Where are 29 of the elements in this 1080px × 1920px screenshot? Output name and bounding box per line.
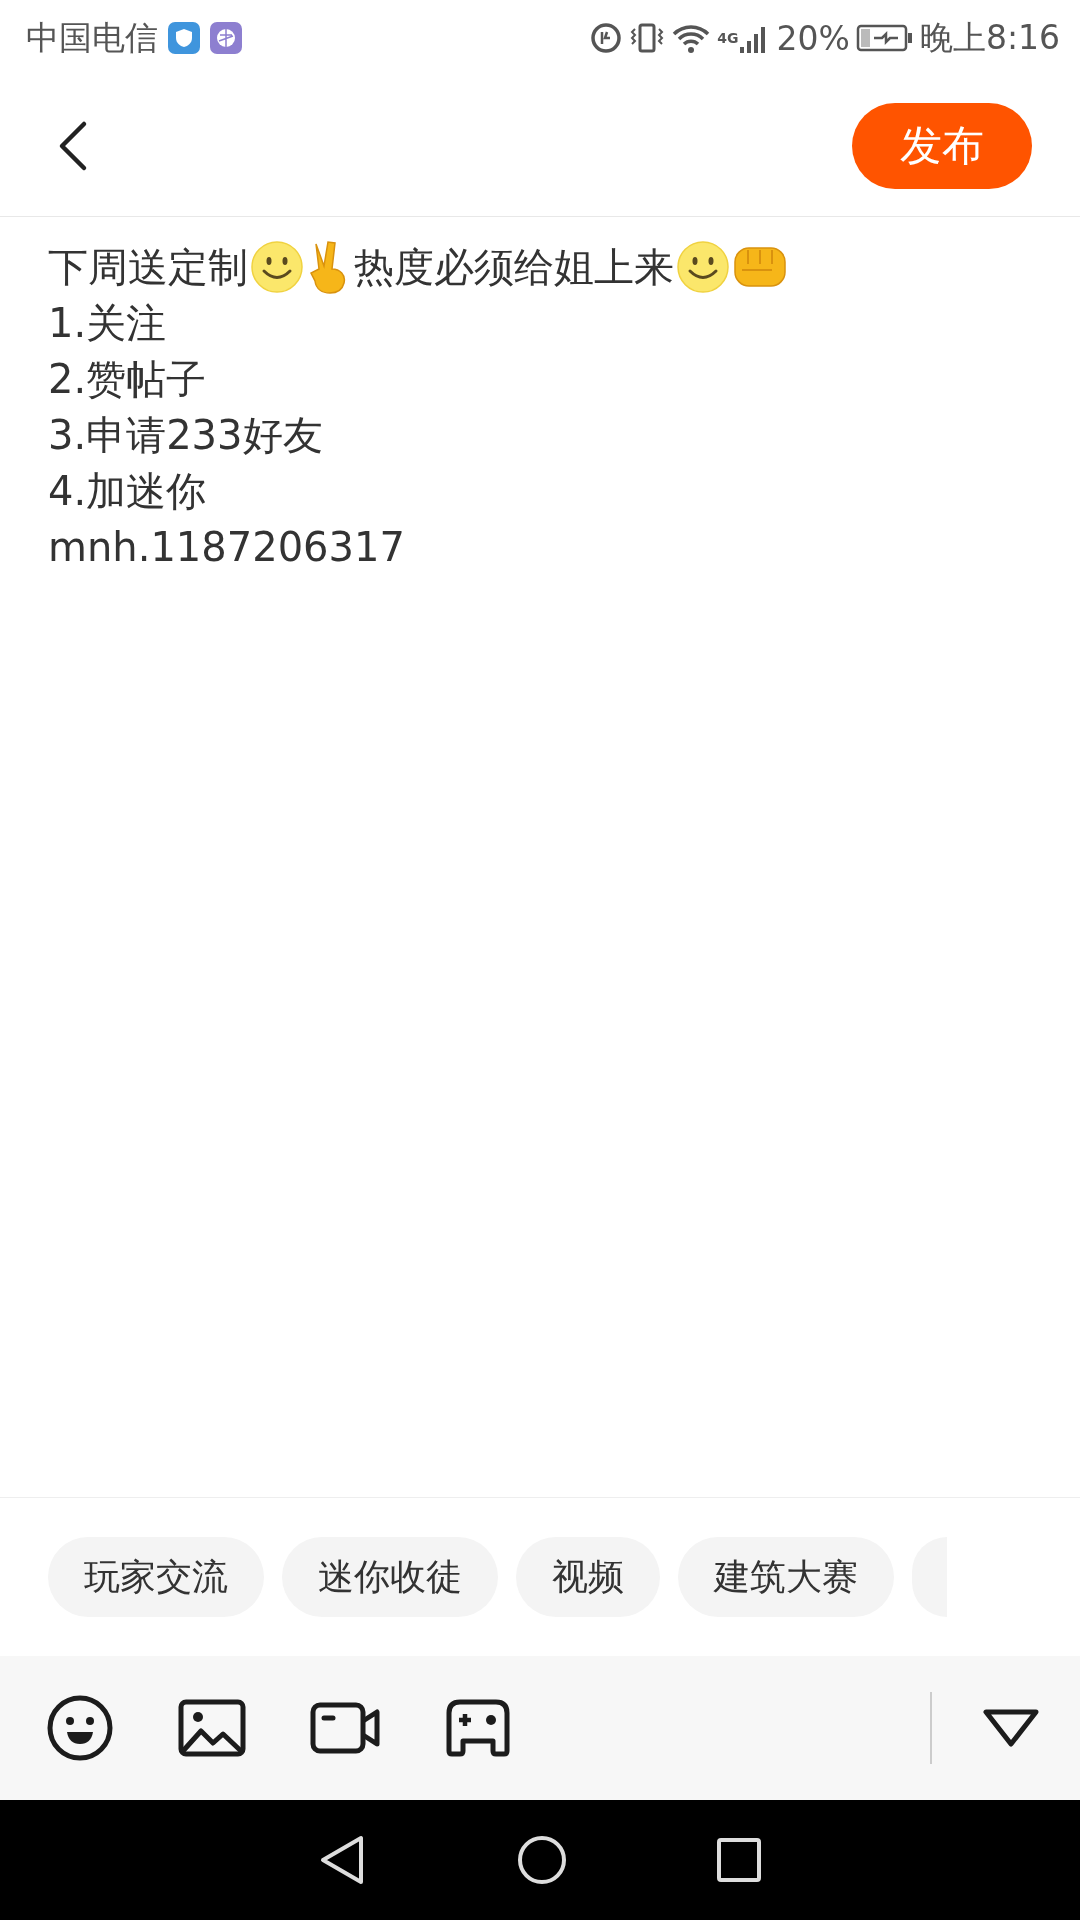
collapse-icon[interactable]	[982, 1708, 1040, 1748]
post-text: 下周送定制	[48, 243, 248, 292]
clock-time: 晚上8:16	[919, 16, 1060, 59]
vibrate-icon	[629, 21, 666, 55]
home-nav-icon[interactable]	[517, 1835, 567, 1885]
video-camera-icon[interactable]	[310, 1701, 382, 1755]
post-line: mnh.1187206317	[48, 523, 406, 572]
data-saver-icon	[589, 21, 624, 55]
image-icon[interactable]	[178, 1699, 246, 1757]
topic-tag[interactable]: 建筑大赛	[678, 1537, 894, 1617]
post-line: 3.申请233好友	[48, 411, 324, 460]
network-type: 4G	[717, 29, 739, 46]
post-text: 热度必须给姐上来	[354, 243, 674, 292]
battery-percent: 20%	[776, 18, 850, 58]
topic-tag[interactable]: 视频	[516, 1537, 660, 1617]
post-line: 4.加迷你	[48, 467, 208, 516]
smile-emoji-icon	[250, 240, 304, 294]
recents-nav-icon[interactable]	[717, 1838, 761, 1882]
shield-icon	[168, 22, 200, 54]
topic-tag[interactable]: 迷你收徒	[282, 1537, 498, 1617]
gamepad-icon[interactable]	[446, 1699, 510, 1757]
smile-emoji-icon	[676, 240, 730, 294]
emoji-icon[interactable]	[46, 1694, 114, 1762]
carrier-name: 中国电信	[26, 16, 158, 59]
post-line: 1.关注	[48, 299, 168, 348]
globe-icon	[210, 22, 242, 54]
battery-charging-icon	[855, 23, 914, 53]
post-line: 2.赞帖子	[48, 355, 208, 404]
topic-tag[interactable]: 玩家交流	[48, 1537, 264, 1617]
